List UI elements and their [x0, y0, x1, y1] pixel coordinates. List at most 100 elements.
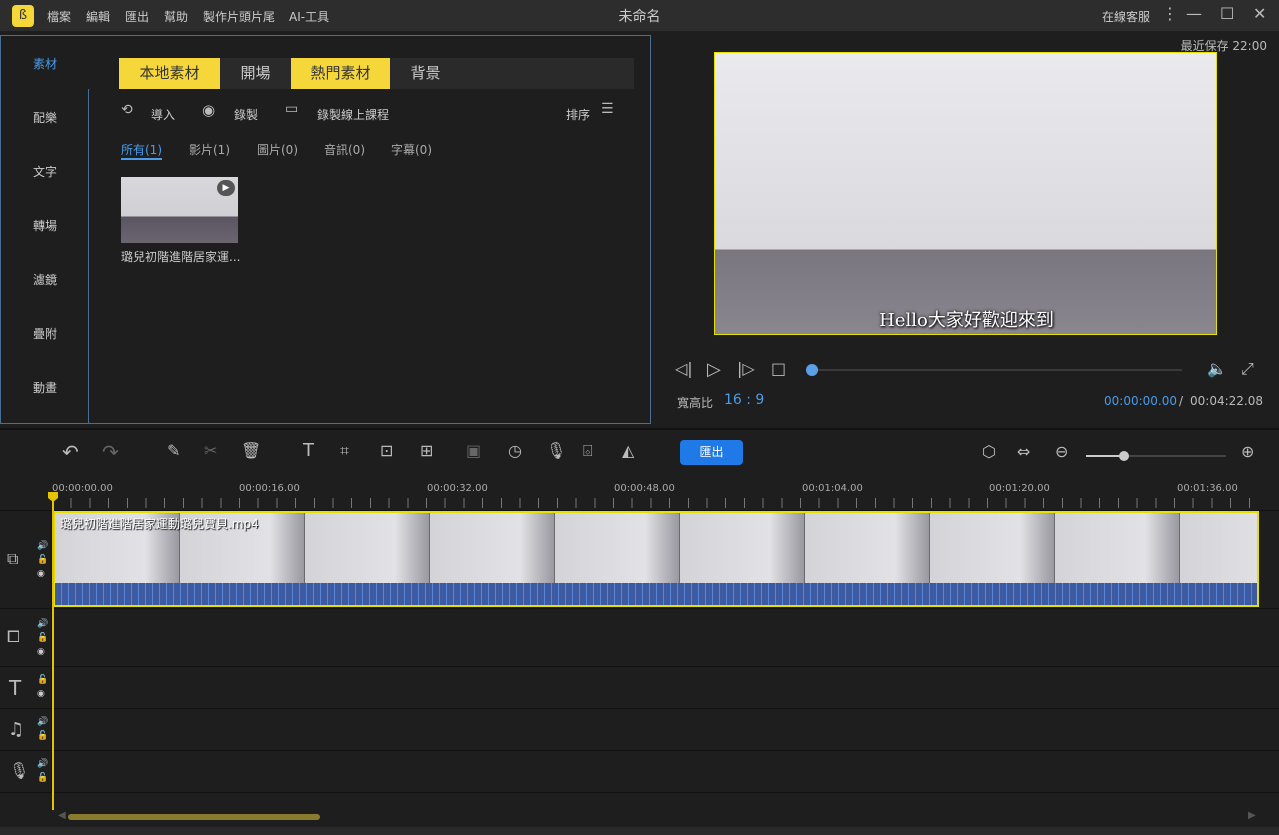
filter-image[interactable]: 圖片(0)	[257, 141, 298, 158]
undo-icon[interactable]: ↶	[62, 440, 79, 464]
edit-icon[interactable]: ✎	[167, 441, 180, 460]
filter-audio[interactable]: 音訊(0)	[324, 141, 365, 158]
tab-popular-media[interactable]: 熱門素材	[291, 58, 390, 89]
ruler-tick: 00:00:16.00	[239, 483, 300, 494]
volume-icon[interactable]: 🔈	[1207, 359, 1227, 378]
mute-icon[interactable]: 🔊	[37, 759, 48, 769]
aspect-ratio[interactable]: 16 : 9	[724, 392, 764, 408]
tab-local-media[interactable]: 本地素材	[119, 58, 220, 89]
zoom-slider-handle[interactable]	[1119, 451, 1129, 461]
delete-icon[interactable]: 🗑	[241, 441, 261, 460]
horizontal-scrollbar[interactable]	[68, 814, 320, 820]
mosaic-icon[interactable]: ⊞	[420, 441, 433, 460]
video-preview[interactable]: Hello大家好歡迎來到	[714, 52, 1217, 335]
import-button[interactable]: 導入	[151, 106, 175, 123]
text-track-icon: T	[9, 676, 22, 700]
track-header: T 🔓 ◉	[0, 667, 52, 708]
music-track-icon: ♫	[8, 719, 25, 740]
music-track: ♫ 🔊 🔓	[0, 709, 1279, 751]
filter-video[interactable]: 影片(1)	[189, 141, 230, 158]
progress-slider[interactable]	[806, 364, 1182, 376]
lock-icon[interactable]: 🔓	[37, 555, 48, 565]
track-header: ♫ 🔊 🔓	[0, 709, 52, 750]
current-time: 00:00:00.00	[1104, 394, 1177, 408]
microphone-track-icon: 🎙	[9, 761, 30, 780]
lock-icon[interactable]: 🔓	[37, 675, 48, 685]
lock-icon[interactable]: 🔓	[37, 731, 48, 741]
sidebar-item-text[interactable]: 文字	[1, 146, 89, 199]
paint-bucket-icon[interactable]: ◭	[622, 441, 634, 460]
screen-record-icon[interactable]: ▭	[285, 101, 298, 117]
more-icon[interactable]: ⋮	[1162, 4, 1178, 23]
sidebar-item-animation[interactable]: 動畫	[1, 362, 89, 415]
progress-handle[interactable]	[806, 364, 818, 376]
voiceover-track: 🎙 🔊 🔓	[0, 751, 1279, 793]
import-icon[interactable]: ⟲	[121, 102, 133, 118]
record-course-button[interactable]: 錄製線上課程	[317, 106, 389, 123]
sidebar-item-music[interactable]: 配樂	[1, 92, 89, 145]
scroll-right-icon[interactable]: ▶	[1248, 810, 1256, 821]
next-frame-icon[interactable]: |▷	[737, 359, 755, 378]
lock-icon[interactable]: 🔓	[37, 633, 48, 643]
pip-track: ⧠ 🔊 🔓 ◉	[0, 609, 1279, 667]
clip-name: 璐兒初階進階居家運動璐兒寶貝.mp4	[60, 517, 259, 531]
mute-icon[interactable]: 🔊	[37, 619, 48, 629]
zoom-in-icon[interactable]: ⊕	[1241, 442, 1254, 461]
tab-background[interactable]: 背景	[390, 58, 461, 89]
track-header: ⧠ 🔊 🔓 ◉	[0, 609, 52, 666]
close-icon[interactable]: ✕	[1253, 4, 1266, 23]
media-thumbnail[interactable]: ▶	[121, 177, 238, 243]
lock-icon[interactable]: 🔓	[37, 773, 48, 783]
playhead[interactable]	[52, 494, 54, 810]
tab-opening[interactable]: 開場	[220, 58, 291, 89]
mute-icon[interactable]: 🔊	[37, 541, 48, 551]
zoom-frame-icon[interactable]: ⊡	[380, 441, 393, 460]
text-icon[interactable]: T	[303, 440, 314, 461]
filter-all[interactable]: 所有(1)	[121, 141, 162, 160]
presentation-icon[interactable]: ⌺	[583, 441, 593, 461]
cut-icon[interactable]: ✂	[204, 441, 217, 460]
stop-icon[interactable]: □	[771, 359, 786, 378]
zoom-slider[interactable]	[1086, 451, 1226, 461]
title-bar: ß 檔案 編輯 匯出 幫助 製作片頭片尾 AI-工具 未命名 在線客服 ⋮ — …	[0, 0, 1279, 31]
mute-icon[interactable]: 🔊	[37, 717, 48, 727]
eye-icon[interactable]: ◉	[37, 689, 45, 699]
list-icon[interactable]: ☰	[601, 101, 614, 117]
ruler-tick: 00:00:00.00	[52, 483, 113, 494]
maximize-icon[interactable]: ☐	[1220, 4, 1234, 23]
time-separator: /	[1179, 394, 1184, 408]
video-badge-icon: ▶	[217, 180, 235, 196]
speed-icon[interactable]: ◷	[508, 441, 522, 460]
sidebar-item-overlay[interactable]: 疊附	[1, 308, 89, 361]
aspect-label: 寬高比	[677, 396, 714, 410]
preview-panel: 最近保存 22:00 Hello大家好歡迎來到 ◁| ▷ |▷ □ 🔈 ⤢ 寬高…	[655, 35, 1279, 424]
media-name: 璐兒初階進階居家運...	[121, 250, 241, 264]
record-button[interactable]: 錄製	[234, 106, 258, 123]
minimize-icon[interactable]: —	[1186, 4, 1202, 23]
video-clip[interactable]: 璐兒初階進階居家運動璐兒寶貝.mp4	[53, 511, 1259, 607]
redo-icon[interactable]: ↷	[102, 440, 119, 464]
export-button[interactable]: 匯出	[680, 440, 743, 465]
fit-timeline-icon[interactable]: ⇔	[1017, 442, 1030, 461]
support-link[interactable]: 在線客服	[1102, 8, 1150, 25]
sidebar-item-media[interactable]: 素材	[1, 38, 89, 91]
scroll-left-icon[interactable]: ◀	[58, 810, 66, 821]
play-icon[interactable]: ▷	[707, 359, 721, 380]
pip-track-icon: ⧠	[7, 627, 20, 646]
eye-icon[interactable]: ◉	[37, 569, 45, 579]
zoom-out-icon[interactable]: ⊖	[1055, 442, 1068, 461]
sort-button[interactable]: 排序	[566, 106, 590, 123]
eye-icon[interactable]: ◉	[37, 647, 45, 657]
fullscreen-icon[interactable]: ⤢	[1241, 359, 1254, 379]
sidebar-item-transition[interactable]: 轉場	[1, 200, 89, 253]
filter-subtitle[interactable]: 字幕(0)	[391, 141, 432, 158]
crop-icon[interactable]: ⌗	[340, 441, 349, 461]
freeze-frame-icon[interactable]: ▣	[466, 441, 481, 460]
record-icon[interactable]: ◉	[202, 101, 215, 119]
media-panel: 素材 配樂 文字 轉場 濾鏡 疊附 動畫 本地素材 開場 熱門素材 背景 ⟲ 導…	[0, 35, 651, 424]
timeline-ruler[interactable]	[52, 498, 1262, 508]
marker-icon[interactable]: ⬡	[982, 442, 996, 461]
sidebar-item-filter[interactable]: 濾鏡	[1, 254, 89, 307]
prev-frame-icon[interactable]: ◁|	[675, 359, 693, 378]
microphone-icon[interactable]: 🎙	[546, 441, 566, 460]
